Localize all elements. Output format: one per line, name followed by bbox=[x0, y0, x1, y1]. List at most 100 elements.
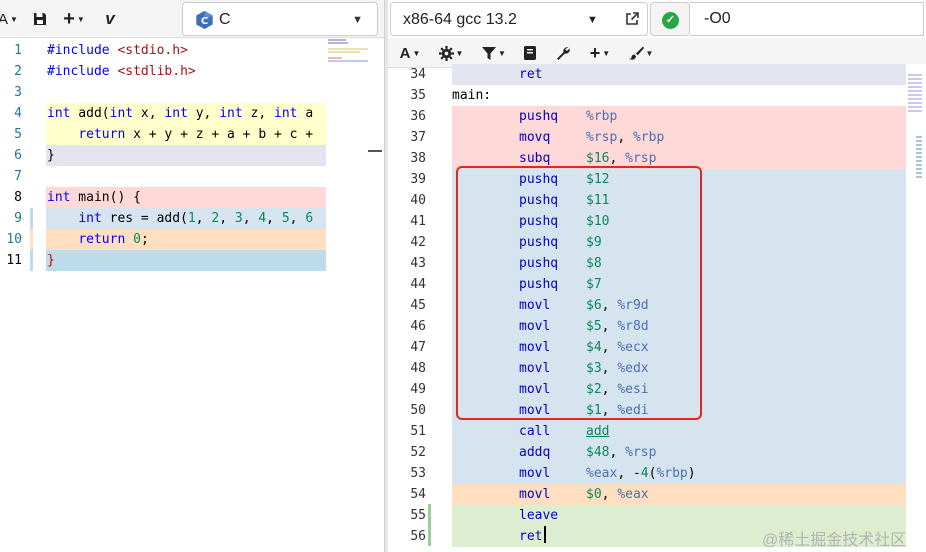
add-pane-menu[interactable]: + ▼ bbox=[60, 0, 88, 38]
source-line[interactable]: 11} bbox=[0, 250, 326, 271]
source-line[interactable]: 9 int res = add(1, 2, 3, 4, 5, 6 bbox=[0, 208, 326, 229]
asm-line[interactable]: 46 movl $5, %r8d bbox=[388, 316, 908, 337]
asm-line[interactable]: 40 pushq $11 bbox=[388, 190, 908, 211]
source-line[interactable]: 6} bbox=[0, 145, 326, 166]
asm-operands: $4, %ecx bbox=[586, 340, 649, 355]
font-size-menu[interactable]: A ▼ bbox=[0, 0, 18, 38]
asm-line[interactable]: 37 movq %rsp, %rbp bbox=[388, 127, 908, 148]
language-select[interactable]: C C ▼ bbox=[182, 2, 378, 36]
line-number: 45 bbox=[410, 298, 426, 313]
asm-line[interactable]: 41 pushq $10 bbox=[388, 211, 908, 232]
line-number: 41 bbox=[410, 214, 426, 229]
asm-line[interactable]: 43 pushq $8 bbox=[388, 253, 908, 274]
source-line[interactable]: 4 int add(int x, int y, int z, int a bbox=[0, 103, 326, 124]
compiler-options-input[interactable] bbox=[690, 2, 924, 36]
line-number: 52 bbox=[410, 445, 426, 460]
line-number: 42 bbox=[410, 235, 426, 250]
line-number: 5 bbox=[14, 127, 22, 142]
line-number: 51 bbox=[410, 424, 426, 439]
splitter-handle[interactable] bbox=[368, 150, 382, 152]
source-line[interactable]: 2 #include <stdlib.h> bbox=[0, 61, 326, 82]
asm-line[interactable]: 38 subq $16, %rsp bbox=[388, 148, 908, 169]
asm-operands: $48, %rsp bbox=[586, 445, 657, 460]
line-number: 3 bbox=[14, 85, 22, 100]
asm-line[interactable]: 42 pushq $9 bbox=[388, 232, 908, 253]
watermark: @稀土掘金技术社区 bbox=[762, 532, 907, 549]
asm-line[interactable]: 45 movl $6, %r9d bbox=[388, 295, 908, 316]
compiler-name: x86-64 gcc 13.2 bbox=[403, 11, 517, 28]
asm-opcode: pushq bbox=[519, 109, 559, 124]
asm-line[interactable]: 50 movl $1, %edi bbox=[388, 400, 908, 421]
source-line[interactable]: 3 bbox=[0, 82, 326, 103]
source-code: } bbox=[47, 253, 55, 268]
line-number: 49 bbox=[410, 382, 426, 397]
asm-line[interactable]: 52 addq $48, %rsp bbox=[388, 442, 908, 463]
line-number: 37 bbox=[410, 130, 426, 145]
asm-label: main: bbox=[452, 88, 492, 103]
source-editor[interactable]: 1 #include <stdio.h> 2 #include <stdlib.h> 3… bbox=[0, 38, 326, 552]
chevron-down-icon: ▼ bbox=[587, 14, 598, 26]
line-number: 39 bbox=[410, 172, 426, 187]
asm-operands: $1, %edi bbox=[586, 403, 649, 418]
line-number: 44 bbox=[410, 277, 426, 292]
asm-opcode: pushq bbox=[519, 172, 559, 187]
asm-line[interactable]: 34 ret bbox=[388, 64, 908, 85]
save-icon[interactable] bbox=[30, 0, 50, 38]
line-highlight bbox=[46, 145, 326, 166]
compile-status[interactable]: ✓ bbox=[650, 2, 690, 36]
compiler-select[interactable]: x86-64 gcc 13.2 ▼ bbox=[390, 2, 648, 36]
source-code: #include <stdlib.h> bbox=[47, 64, 196, 79]
compiler-pane: x86-64 gcc 13.2 ▼ ✓ A▼ ▼ ▼ +▼ ▼ bbox=[388, 0, 926, 552]
asm-line[interactable]: 49 movl $2, %esi bbox=[388, 379, 908, 400]
source-code: int add(int x, int y, int z, int a bbox=[47, 106, 314, 121]
asm-opcode: movl bbox=[519, 319, 551, 334]
line-number: 43 bbox=[410, 256, 426, 271]
source-code: return x + y + z + a + b + c + bbox=[78, 127, 314, 142]
asm-operands: $2, %esi bbox=[586, 382, 649, 397]
assembly-output[interactable]: 34 ret 35 main: 36 pushq %rbp 37 movq %rsp, %rbp 3… bbox=[388, 64, 908, 552]
asm-line[interactable]: 55 leave bbox=[388, 505, 908, 526]
vim-mode-button[interactable]: v bbox=[100, 0, 120, 38]
line-number: 7 bbox=[14, 169, 22, 184]
line-number: 34 bbox=[410, 67, 426, 82]
minimap[interactable] bbox=[326, 38, 368, 552]
asm-operands: $0, %eax bbox=[586, 487, 649, 502]
language-name: C bbox=[219, 11, 231, 28]
line-number: 53 bbox=[410, 466, 426, 481]
asm-opcode: subq bbox=[519, 151, 551, 166]
asm-opcode: pushq bbox=[519, 193, 559, 208]
asm-opcode: movl bbox=[519, 487, 551, 502]
asm-opcode: pushq bbox=[519, 277, 559, 292]
asm-operands: add bbox=[586, 424, 610, 439]
source-line[interactable]: 5 return x + y + z + a + b + c + bbox=[0, 124, 326, 145]
source-pane: A ▼ + ▼ v C C ▼ 1 #include <stdio.h> 2 #inclu… bbox=[0, 0, 384, 552]
asm-line[interactable]: 44 pushq $7 bbox=[388, 274, 908, 295]
line-number: 40 bbox=[410, 193, 426, 208]
asm-line[interactable]: 53 movl %eax, -4(%rbp) bbox=[388, 463, 908, 484]
asm-line[interactable]: 39 pushq $12 bbox=[388, 169, 908, 190]
source-line[interactable]: 7 bbox=[0, 166, 326, 187]
source-line[interactable]: 10 return 0; bbox=[0, 229, 326, 250]
popout-icon[interactable] bbox=[625, 12, 639, 26]
line-number: 4 bbox=[14, 106, 22, 121]
asm-line[interactable]: 35 main: bbox=[388, 85, 908, 106]
line-number: 50 bbox=[410, 403, 426, 418]
asm-line[interactable]: 51 call add bbox=[388, 421, 908, 442]
asm-opcode: movl bbox=[519, 403, 551, 418]
asm-opcode: movq bbox=[519, 130, 551, 145]
asm-line[interactable]: 54 movl $0, %eax bbox=[388, 484, 908, 505]
assembly-scrollbar[interactable] bbox=[906, 64, 926, 552]
asm-line[interactable]: 48 movl $3, %edx bbox=[388, 358, 908, 379]
scroll-marker bbox=[908, 74, 922, 114]
asm-line[interactable]: 47 movl $4, %ecx bbox=[388, 337, 908, 358]
asm-line[interactable]: 36 pushq %rbp bbox=[388, 106, 908, 127]
asm-operands: $3, %edx bbox=[586, 361, 649, 376]
asm-operands: %rbp bbox=[586, 109, 618, 124]
asm-operands: $11 bbox=[586, 193, 610, 208]
source-line[interactable]: 1 #include <stdio.h> bbox=[0, 40, 326, 61]
asm-opcode: pushq bbox=[519, 256, 559, 271]
line-number: 11 bbox=[6, 253, 22, 268]
source-line[interactable]: 8 int main() { bbox=[0, 187, 326, 208]
line-number: 47 bbox=[410, 340, 426, 355]
asm-opcode: ret bbox=[519, 67, 543, 82]
